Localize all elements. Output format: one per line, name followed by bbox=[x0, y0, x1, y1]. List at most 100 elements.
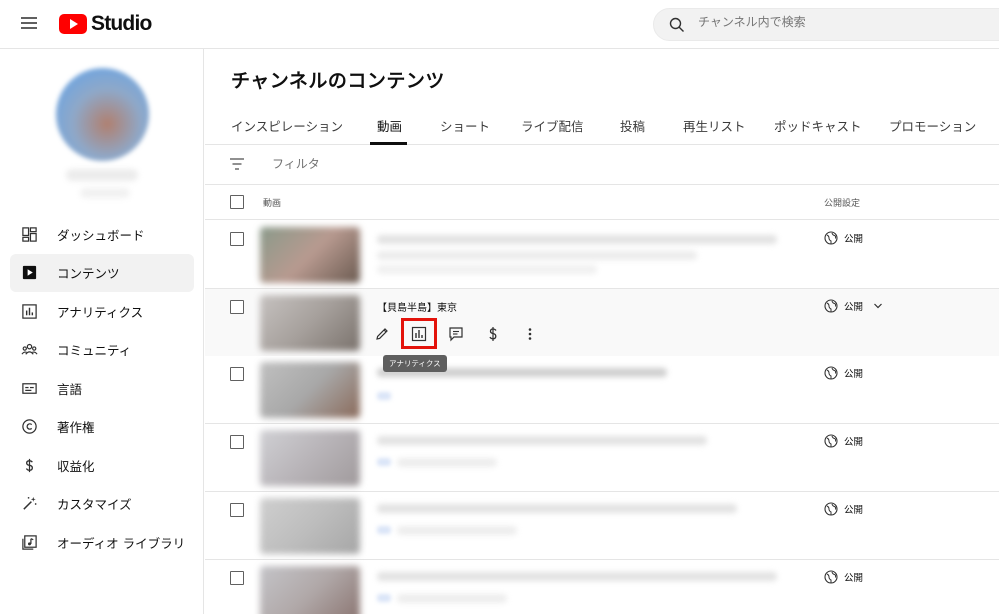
sidebar-item-label: コミュニティ bbox=[57, 343, 132, 359]
table-row[interactable]: 公開 bbox=[205, 424, 999, 492]
sidebar-item-label: オーディオ ライブラリ bbox=[57, 535, 186, 551]
chevron-down-icon[interactable] bbox=[873, 301, 883, 311]
studio-logo[interactable]: Studio bbox=[59, 12, 152, 36]
video-thumbnail[interactable] bbox=[260, 430, 360, 486]
tab-podcasts[interactable]: ポッドキャスト bbox=[774, 116, 862, 135]
visibility-label: 公開 bbox=[844, 234, 864, 245]
tab-promotions[interactable]: プロモーション bbox=[889, 116, 976, 135]
dashboard-icon bbox=[20, 225, 38, 243]
globe-icon bbox=[824, 299, 838, 313]
tab-playlists[interactable]: 再生リスト bbox=[683, 116, 746, 135]
visibility-cell[interactable]: 公開 bbox=[824, 231, 863, 245]
globe-icon bbox=[824, 434, 838, 448]
video-title[interactable]: 【貝島半島】東京 bbox=[377, 299, 457, 314]
video-description-blurred bbox=[397, 594, 507, 603]
tab-inspiration[interactable]: インスピレーション bbox=[231, 116, 343, 135]
table-header: 動画 公開設定 bbox=[205, 186, 999, 220]
analytics-tooltip: アナリティクス bbox=[383, 355, 447, 372]
content-tabs: インスピレーション 動画 ショート ライブ配信 投稿 再生リスト ポッドキャスト… bbox=[205, 105, 999, 145]
video-title-blurred bbox=[377, 235, 777, 244]
video-badge-blurred bbox=[377, 458, 391, 466]
sidebar-item-monetization[interactable]: 収益化 bbox=[10, 446, 194, 485]
sidebar-item-dashboard[interactable]: ダッシュボード bbox=[10, 215, 194, 254]
sidebar-item-label: 収益化 bbox=[57, 458, 95, 474]
sidebar-item-label: アナリティクス bbox=[57, 304, 144, 320]
main-content: チャンネルのコンテンツ インスピレーション 動画 ショート ライブ配信 投稿 再… bbox=[205, 49, 999, 614]
sidebar-item-label: カスタマイズ bbox=[57, 497, 132, 513]
video-badge-blurred bbox=[377, 526, 391, 534]
video-thumbnail[interactable] bbox=[260, 295, 360, 351]
tab-live[interactable]: ライブ配信 bbox=[521, 116, 584, 135]
filter-bar[interactable]: フィルタ bbox=[205, 145, 999, 185]
row-checkbox[interactable] bbox=[230, 300, 244, 314]
sidebar-item-copyright[interactable]: 著作権 bbox=[10, 408, 194, 447]
sidebar-item-languages[interactable]: 言語 bbox=[10, 369, 194, 408]
magic-wand-icon bbox=[20, 495, 38, 513]
row-checkbox[interactable] bbox=[230, 232, 244, 246]
table-row[interactable]: 公開 bbox=[205, 492, 999, 560]
visibility-label: 公開 bbox=[844, 573, 864, 584]
video-badge-blurred bbox=[377, 594, 391, 602]
video-thumbnail[interactable] bbox=[260, 227, 360, 283]
table-row[interactable]: 公開 bbox=[205, 560, 999, 614]
tab-posts[interactable]: 投稿 bbox=[620, 116, 645, 135]
filter-icon[interactable] bbox=[229, 157, 245, 171]
column-header-video: 動画 bbox=[263, 199, 282, 209]
sidebar-item-community[interactable]: コミュニティ bbox=[10, 331, 194, 370]
sidebar-item-customization[interactable]: カスタマイズ bbox=[10, 485, 194, 524]
row-checkbox[interactable] bbox=[230, 571, 244, 585]
comments-button[interactable] bbox=[445, 323, 467, 345]
sidebar: ダッシュボード コンテンツ アナリティクス コミュニティ 言語 著作権 収益化 bbox=[0, 49, 204, 614]
more-options-button[interactable] bbox=[519, 323, 541, 345]
visibility-cell[interactable]: 公開 bbox=[824, 570, 863, 584]
visibility-cell[interactable]: 公開 bbox=[824, 434, 863, 448]
sidebar-item-label: ダッシュボード bbox=[57, 227, 145, 243]
menu-icon[interactable] bbox=[18, 14, 40, 34]
channel-name-blurred bbox=[66, 169, 138, 181]
analytics-button[interactable] bbox=[401, 318, 437, 349]
video-title-blurred bbox=[377, 436, 707, 445]
visibility-label: 公開 bbox=[844, 302, 864, 313]
video-description-blurred bbox=[397, 458, 497, 467]
sidebar-nav: ダッシュボード コンテンツ アナリティクス コミュニティ 言語 著作権 収益化 bbox=[10, 215, 194, 562]
sidebar-item-analytics[interactable]: アナリティクス bbox=[10, 292, 194, 331]
monetization-button[interactable] bbox=[482, 323, 504, 345]
column-header-visibility[interactable]: 公開設定 bbox=[824, 196, 860, 209]
row-checkbox[interactable] bbox=[230, 435, 244, 449]
sidebar-item-label: 言語 bbox=[57, 381, 83, 397]
logo-text: Studio bbox=[91, 12, 152, 35]
more-vert-icon bbox=[528, 327, 532, 340]
video-thumbnail[interactable] bbox=[260, 498, 360, 554]
visibility-label: 公開 bbox=[844, 437, 864, 448]
analytics-icon bbox=[411, 326, 427, 341]
visibility-cell[interactable]: 公開 bbox=[824, 299, 889, 313]
sidebar-item-label: 著作権 bbox=[57, 420, 95, 436]
select-all-checkbox[interactable] bbox=[230, 195, 244, 209]
visibility-cell[interactable]: 公開 bbox=[824, 502, 863, 516]
visibility-cell[interactable]: 公開 bbox=[824, 366, 863, 380]
filter-placeholder[interactable]: フィルタ bbox=[272, 155, 320, 172]
table-row[interactable]: 公開 bbox=[205, 356, 999, 424]
table-row[interactable]: 公開 bbox=[205, 221, 999, 289]
tab-videos[interactable]: 動画 bbox=[377, 116, 402, 135]
video-thumbnail[interactable] bbox=[260, 362, 360, 418]
top-app-bar: Studio bbox=[0, 0, 999, 49]
video-thumbnail[interactable] bbox=[260, 566, 360, 614]
tab-shorts[interactable]: ショート bbox=[440, 116, 490, 135]
comment-icon bbox=[449, 326, 463, 341]
search-bar[interactable] bbox=[653, 8, 999, 41]
row-checkbox[interactable] bbox=[230, 367, 244, 381]
search-input[interactable] bbox=[698, 15, 978, 29]
video-description-blurred bbox=[377, 265, 597, 274]
edit-button[interactable] bbox=[371, 323, 393, 345]
visibility-label: 公開 bbox=[844, 505, 864, 516]
row-checkbox[interactable] bbox=[230, 503, 244, 517]
sidebar-item-content[interactable]: コンテンツ bbox=[10, 253, 194, 292]
dollar-icon bbox=[489, 326, 497, 341]
sidebar-item-audio-library[interactable]: オーディオ ライブラリ bbox=[10, 523, 194, 562]
globe-icon bbox=[824, 502, 838, 516]
copyright-icon bbox=[20, 418, 38, 436]
channel-avatar[interactable] bbox=[56, 68, 149, 161]
table-row[interactable]: 【貝島半島】東京 公開 bbox=[205, 289, 999, 357]
globe-icon bbox=[824, 570, 838, 584]
